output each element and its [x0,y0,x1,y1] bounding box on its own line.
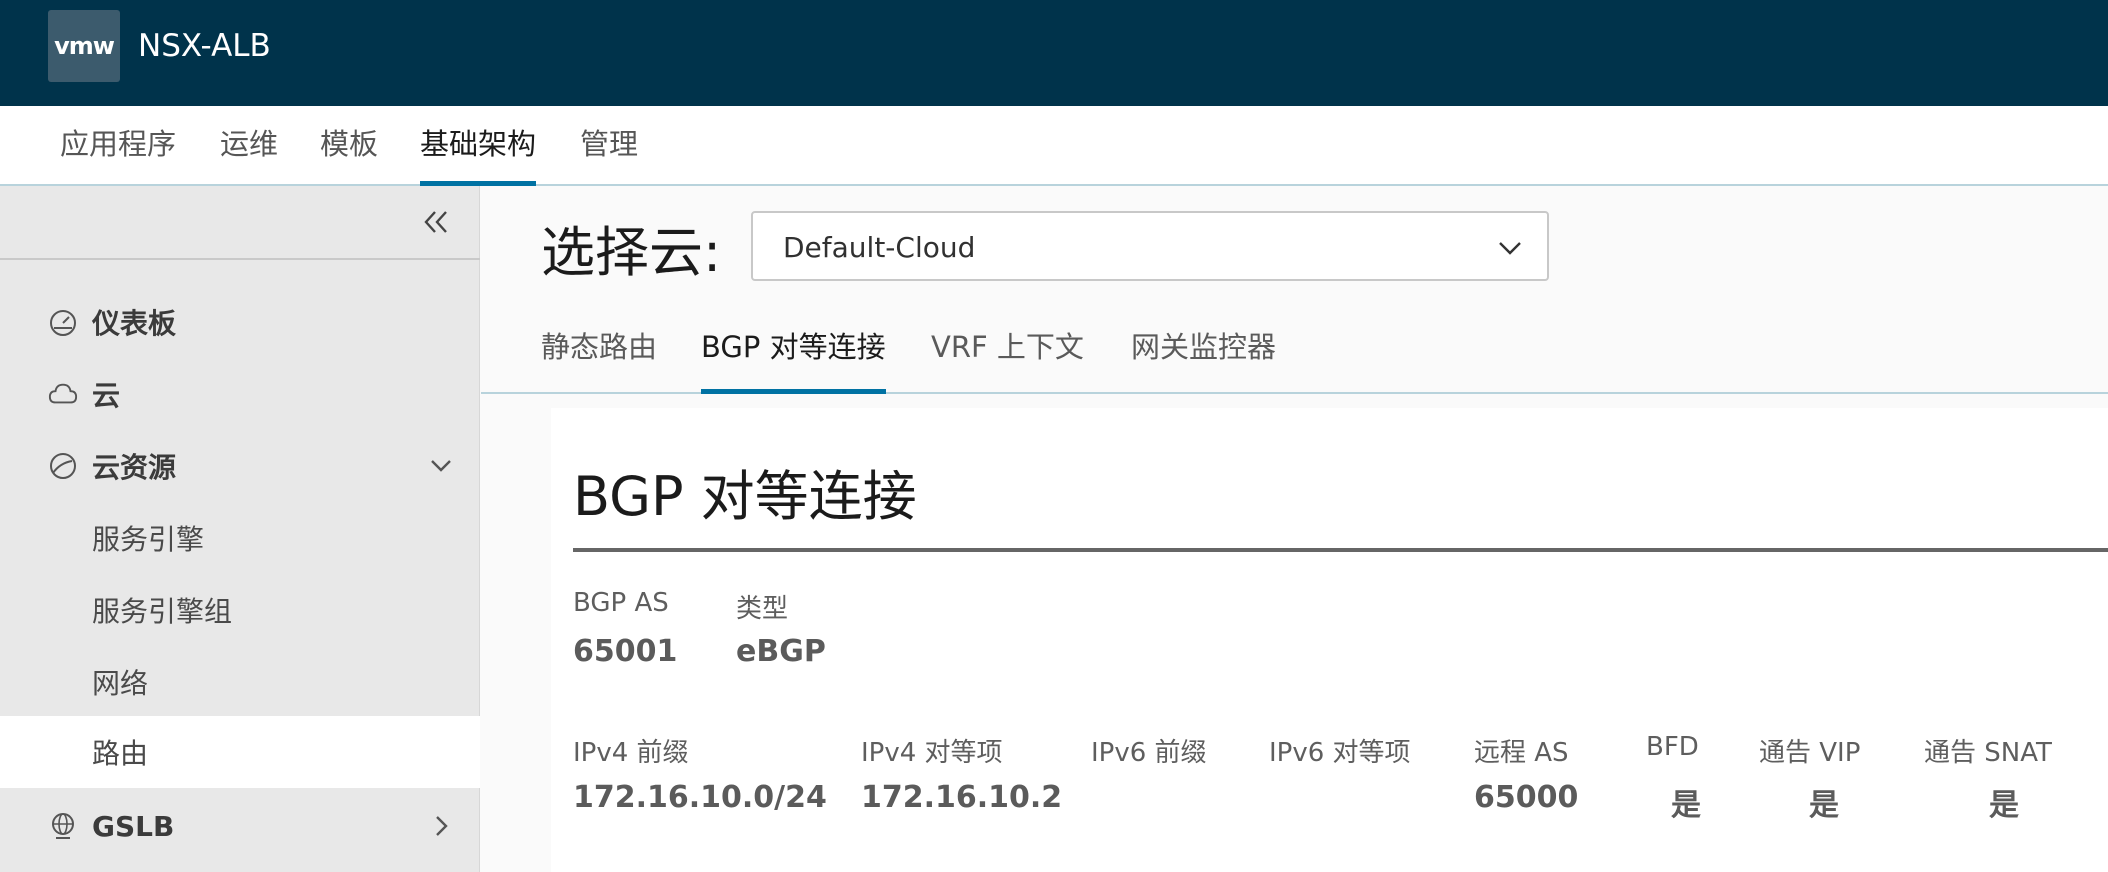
col-ipv6-peer: IPv6 对等项 [1269,738,1411,768]
tab-static-routes[interactable]: 静态路由 [541,326,657,394]
sidebar-subitem-network[interactable]: 网络 [0,646,480,718]
cell-advertise-snat: 是 [1989,788,2019,823]
col-ipv4-prefix: IPv4 前缀 [573,738,689,768]
type-value: eBGP [736,634,826,669]
sidebar-subitem-label: 网络 [92,667,149,700]
cloud-select-dropdown[interactable]: Default-Cloud [751,211,1549,281]
tab-gateway-monitor[interactable]: 网关监控器 [1131,326,1276,394]
sidebar-subitem-label: 路由 [92,737,149,770]
sidebar-item-gslb[interactable]: GSLB [0,790,480,862]
cell-ipv4-prefix: 172.16.10.0/24 [573,780,827,815]
type-label: 类型 [736,594,789,624]
collapse-sidebar-button[interactable] [414,200,458,244]
col-remote-as: 远程 AS [1474,738,1569,768]
cell-remote-as: 65000 [1474,780,1579,815]
sidebar: 仪表板 云 云资源 服务引擎 服务引擎组 网络 路由 GSLB [0,186,480,872]
sidebar-subitem-routing[interactable]: 路由 [0,716,480,788]
nav-applications[interactable]: 应用程序 [60,124,176,186]
cell-advertise-vip: 是 [1809,788,1839,823]
tab-bgp-peering[interactable]: BGP 对等连接 [701,326,886,394]
cloud-resources-icon [48,451,78,481]
card-title: BGP 对等连接 [573,465,917,528]
app-title: NSX-ALB [138,28,271,64]
gslb-icon [48,811,78,841]
bgp-peering-card: BGP 对等连接 BGP AS 65001 类型 eBGP IPv4 前缀 IP… [551,408,2108,872]
double-chevron-left-icon [424,211,447,233]
chevron-down-icon[interactable] [426,451,456,481]
sidebar-subitem-service-engine-group[interactable]: 服务引擎组 [0,574,480,646]
sidebar-item-label: 仪表板 [92,307,177,340]
sidebar-subitem-label: 服务引擎组 [92,595,233,628]
sidebar-subitem-label: 服务引擎 [92,523,205,556]
vmware-logo[interactable]: vmw [48,10,120,82]
sidebar-item-label: 云 [92,379,121,412]
chevron-right-icon[interactable] [426,811,456,841]
nav-administration[interactable]: 管理 [580,124,638,186]
sidebar-item-cloud[interactable]: 云 [0,358,480,430]
nav-templates[interactable]: 模板 [320,124,378,186]
sidebar-collapse-bar [0,186,480,260]
top-navigation: 应用程序 运维 模板 基础架构 管理 [0,106,2108,186]
tab-vrf-context[interactable]: VRF 上下文 [931,326,1084,394]
sidebar-subitem-service-engine[interactable]: 服务引擎 [0,502,480,574]
col-advertise-vip: 通告 VIP [1759,738,1861,768]
cloud-select-value: Default-Cloud [783,231,976,264]
col-bfd: BFD [1646,732,1699,762]
bgp-as-value: 65001 [573,634,678,669]
app-header: vmw NSX-ALB [0,0,2108,106]
sidebar-item-label: 云资源 [92,451,177,484]
sidebar-item-cloud-resources[interactable]: 云资源 [0,430,480,502]
bgp-as-label: BGP AS [573,588,669,618]
chevron-down-icon [1495,233,1525,263]
main-content: 选择云: Default-Cloud 静态路由 BGP 对等连接 VRF 上下文… [481,186,2108,872]
cell-ipv4-peer: 172.16.10.2 [861,780,1063,815]
nav-operations[interactable]: 运维 [220,124,278,186]
dashboard-icon [48,307,78,337]
col-advertise-snat: 通告 SNAT [1924,738,2052,768]
cell-bfd: 是 [1671,788,1701,823]
cloud-icon [48,379,78,409]
sidebar-item-label: GSLB [92,809,175,843]
col-ipv6-prefix: IPv6 前缀 [1091,738,1207,768]
sidebar-item-dashboard[interactable]: 仪表板 [0,286,480,358]
select-cloud-label: 选择云: [541,221,722,284]
card-divider [573,548,2108,552]
col-ipv4-peer: IPv4 对等项 [861,738,1003,768]
nav-infrastructure[interactable]: 基础架构 [420,124,537,186]
routing-tabs: 静态路由 BGP 对等连接 VRF 上下文 网关监控器 [481,304,2108,394]
